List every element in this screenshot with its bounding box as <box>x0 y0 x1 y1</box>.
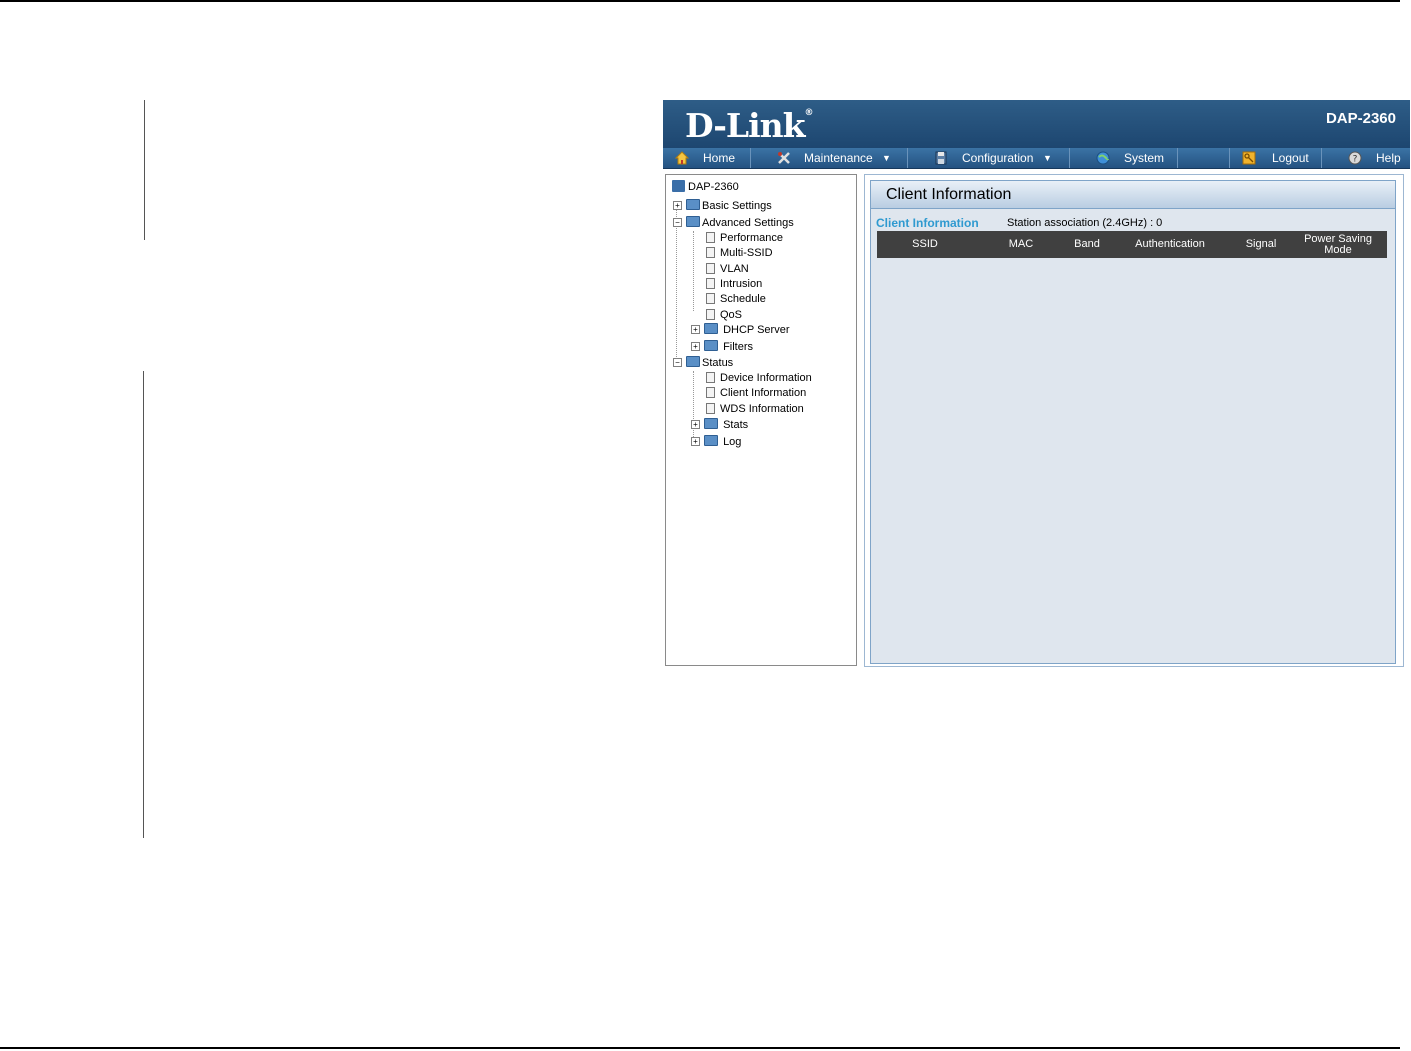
column-header-ssid: SSID <box>912 238 938 250</box>
menu-configuration[interactable]: Configuration ▼ <box>908 148 1070 168</box>
dlink-logo: D-Link® <box>685 106 814 145</box>
chevron-down-icon: ▼ <box>1043 153 1052 163</box>
tree-item-intrusion[interactable]: Intrusion <box>706 277 762 291</box>
tree-guide-line <box>676 205 677 365</box>
client-information-panel: Client Information Client Information St… <box>870 180 1396 664</box>
menu-spacer <box>1178 148 1230 168</box>
key-icon <box>1242 151 1256 165</box>
tree-guide-line <box>693 231 694 311</box>
page-icon <box>706 278 715 289</box>
page-icon <box>706 387 715 398</box>
column-header-power-saving-mode: Power Saving Mode <box>1304 232 1372 256</box>
page-icon <box>706 403 715 414</box>
menu-help[interactable]: ? Help <box>1322 148 1410 168</box>
expand-icon[interactable]: + <box>691 437 700 446</box>
column-header-authentication: Authentication <box>1135 238 1205 250</box>
tools-icon <box>778 152 790 164</box>
tree-item-client-information[interactable]: Client Information <box>706 386 806 400</box>
model-name: DAP-2360 <box>1325 110 1396 127</box>
tree-status[interactable]: − Status <box>673 356 733 370</box>
tree-guide-line <box>693 371 694 441</box>
folder-icon <box>686 199 700 210</box>
collapse-icon[interactable]: − <box>673 358 682 367</box>
home-icon <box>675 151 689 165</box>
page-icon <box>706 263 715 274</box>
tree-item-multi-ssid[interactable]: Multi-SSID <box>706 246 773 260</box>
collapse-icon[interactable]: − <box>673 218 682 227</box>
folder-icon <box>704 418 718 429</box>
tree-item-qos[interactable]: QoS <box>706 308 742 322</box>
tree-basic-settings[interactable]: + Basic Settings <box>673 199 772 213</box>
menu-logout[interactable]: Logout <box>1230 148 1322 168</box>
folder-open-icon <box>686 216 700 227</box>
column-header-signal: Signal <box>1245 238 1277 250</box>
margin-bar <box>144 100 145 240</box>
page-icon <box>706 372 715 383</box>
tree-dhcp-server[interactable]: + DHCP Server <box>691 323 790 337</box>
navigation-tree: DAP-2360 + Basic Settings − Advanced Set… <box>665 174 857 666</box>
tree-item-performance[interactable]: Performance <box>706 231 783 245</box>
page-icon <box>706 293 715 304</box>
disk-icon <box>935 151 947 165</box>
globe-icon <box>1096 151 1110 165</box>
tree-advanced-settings[interactable]: − Advanced Settings <box>673 216 794 230</box>
computer-icon <box>672 180 685 192</box>
expand-icon[interactable]: + <box>673 201 682 210</box>
menu-home[interactable]: Home <box>663 148 751 168</box>
tree-item-schedule[interactable]: Schedule <box>706 292 766 306</box>
router-web-ui: D-Link® DAP-2360 Home Maintenance ▼ Conf… <box>663 100 1410 667</box>
page-icon <box>706 247 715 258</box>
menu-maintenance[interactable]: Maintenance ▼ <box>751 148 908 168</box>
top-menu-bar: Home Maintenance ▼ Configuration ▼ Syste… <box>663 148 1410 169</box>
client-table-header: SSID MAC Band Authentication Signal Powe… <box>877 231 1387 258</box>
chevron-down-icon: ▼ <box>882 153 891 163</box>
page-icon <box>706 309 715 320</box>
tree-filters[interactable]: + Filters <box>691 340 753 354</box>
page-top-rule <box>0 0 1400 2</box>
folder-icon <box>704 323 718 334</box>
expand-icon[interactable]: + <box>691 420 700 429</box>
tree-item-wds-information[interactable]: WDS Information <box>706 402 804 416</box>
expand-icon[interactable]: + <box>691 325 700 334</box>
station-association-count: Station association (2.4GHz) : 0 <box>1007 217 1163 229</box>
folder-icon <box>704 435 718 446</box>
help-icon: ? <box>1348 151 1362 165</box>
folder-icon <box>704 340 718 351</box>
tree-item-device-information[interactable]: Device Information <box>706 371 812 385</box>
menu-system[interactable]: System <box>1070 148 1178 168</box>
page-bottom-rule <box>0 1047 1400 1049</box>
folder-open-icon <box>686 356 700 367</box>
margin-bar <box>143 371 144 838</box>
tree-item-vlan[interactable]: VLAN <box>706 262 749 276</box>
section-label: Client Information <box>876 216 979 230</box>
expand-icon[interactable]: + <box>691 342 700 351</box>
tree-root[interactable]: DAP-2360 <box>672 180 739 194</box>
page-icon <box>706 232 715 243</box>
brand-header: D-Link® DAP-2360 <box>663 100 1410 148</box>
column-header-band: Band <box>1074 238 1100 250</box>
panel-title: Client Information <box>871 181 1395 209</box>
tree-stats[interactable]: + Stats <box>691 418 748 432</box>
svg-text:?: ? <box>1353 155 1358 165</box>
tree-log[interactable]: + Log <box>691 435 741 449</box>
